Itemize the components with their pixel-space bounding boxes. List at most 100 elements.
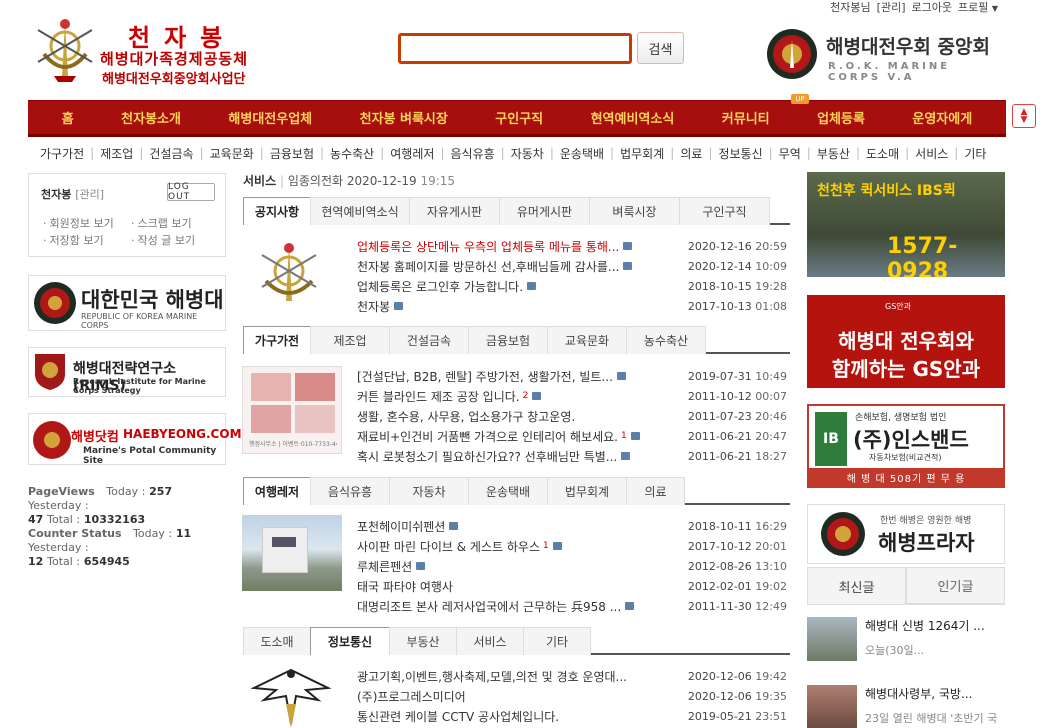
marine-plaza-banner[interactable]: 한번 해병은 영원한 해병 해병프라자 <box>807 504 1005 564</box>
insband-banner[interactable]: IB 손해보험, 생명보험 법인 (주)인스밴드 자동차보험(비교견적) 해 병… <box>807 404 1005 488</box>
nav-contact-admin[interactable]: 운영자에게 <box>912 108 972 127</box>
list-item[interactable]: 대명리조트 본사 레저사업국에서 근무하는 兵958 ... 2011-11-30… <box>357 596 787 616</box>
saved-link[interactable]: 저장함 보기 <box>43 232 104 248</box>
list-item[interactable]: [건설단납, B2B, 렌탈] 주방가전, 생활가전, 빌트... 2019-07… <box>357 366 787 386</box>
list-item[interactable]: 재료비+인건비 거품뺀 가격으로 인테리어 해보세요. 1 2011-06-21 2… <box>357 426 787 446</box>
list-item[interactable]: (주)프로그레스미디어 2020-12-06 19:35 <box>357 686 787 706</box>
file-icon <box>623 242 633 250</box>
tab-flea-market[interactable]: 벼룩시장 <box>589 197 680 225</box>
list-item[interactable]: 사이판 마린 다이브 & 게스트 하우스 1 2017-10-12 20:01 <box>357 536 787 556</box>
tab-humor-board[interactable]: 유머게시판 <box>499 197 590 225</box>
list-item[interactable]: 천자봉 2017-10-13 01:08 <box>357 296 787 316</box>
tab-it[interactable]: 정보통신 <box>310 627 390 655</box>
tab-education[interactable]: 교육문화 <box>547 326 627 354</box>
list-item[interactable]: 천자봉 홈페이지를 방문하신 선,후배님들께 감사를... 2020-12-14 … <box>357 256 787 276</box>
my-posts-link[interactable]: 작성 글 보기 <box>131 232 196 248</box>
tab-retail[interactable]: 도소매 <box>243 627 311 655</box>
gs-eye-clinic-banner[interactable]: GS안과 해병대 전우회와 함께하는 GS안과 <box>807 295 1005 388</box>
recent-post-item[interactable]: 해병대사령부, 국방... 23일 열린 해병대 '초반기 국 <box>807 685 1005 728</box>
list-item[interactable]: 업체등록은 상단메뉴 우측의 업체등록 메뉴를 통해... 2020-12-16 … <box>357 236 787 256</box>
profile-link[interactable]: 프로필 ▼ <box>958 0 998 15</box>
tab-automobile[interactable]: 자동차 <box>389 477 469 505</box>
list-item[interactable]: 포천헤이미쉬펜션 2018-10-11 16:29 <box>357 516 787 536</box>
marine-va-logo[interactable]: 해병대전우회 중앙회 R.O.K. MARINE CORPS V.A <box>766 28 1006 84</box>
tab-real-estate[interactable]: 부동산 <box>389 627 457 655</box>
rok-marine-banner[interactable]: 대한민국 해병대 REPUBLIC OF KOREA MARINE CORPS <box>28 275 226 331</box>
rims-banner[interactable]: 해병대전략연구소(RIMS) Research Institute for Ma… <box>28 347 226 397</box>
tab-etc[interactable]: 기타 <box>523 627 591 655</box>
tab-delivery[interactable]: 운송택배 <box>468 477 548 505</box>
manage-link[interactable]: [관리] <box>75 188 104 201</box>
search-input[interactable] <box>398 33 632 64</box>
subnav-item[interactable]: 정보통신 <box>718 145 762 162</box>
tab-service[interactable]: 서비스 <box>456 627 524 655</box>
tab-medical[interactable]: 의료 <box>626 477 685 505</box>
tab-notice[interactable]: 공지사항 <box>243 197 311 225</box>
subnav-item[interactable]: 무역 <box>779 145 801 162</box>
tab-manufacturing[interactable]: 제조업 <box>310 326 390 354</box>
tab-construction[interactable]: 건설금속 <box>389 326 469 354</box>
subnav-item[interactable]: 농수축산 <box>330 145 374 162</box>
list-item[interactable]: 통신관련 케이블 CCTV 공사업체입니다. 2019-05-21 23:51 <box>357 706 787 726</box>
tab-news[interactable]: 현역예비역소식 <box>310 197 410 225</box>
search-button[interactable]: 검색 <box>637 32 684 64</box>
subnav-item[interactable]: 교육문화 <box>210 145 254 162</box>
subnav-item[interactable]: 부동산 <box>817 145 850 162</box>
file-icon <box>416 562 426 570</box>
haebyeong-com-banner[interactable]: 해병닷컴 HAEBYEONG.COM Marine's Potal Commun… <box>28 413 242 466</box>
banner-bottom: 해 병 대 508기 편 무 용 <box>809 468 1003 486</box>
logout-link[interactable]: 로그아웃 <box>911 0 951 15</box>
subnav-item[interactable]: 자동차 <box>511 145 544 162</box>
subnav-item[interactable]: 운송택배 <box>560 145 604 162</box>
list-item[interactable]: 광고기획,이벤트,행사축제,모델,의전 및 경호 운영대... 2020-12-0… <box>357 666 787 686</box>
subnav-item[interactable]: 가구가전 <box>40 145 84 162</box>
tab-travel[interactable]: 여행레저 <box>243 477 311 505</box>
subnav-item[interactable]: 서비스 <box>915 145 948 162</box>
member-info-link[interactable]: 회원정보 보기 <box>43 215 114 231</box>
subnav-item[interactable]: 금융보험 <box>270 145 314 162</box>
tab-agriculture[interactable]: 농수축산 <box>626 326 706 354</box>
list-item[interactable]: 커튼 블라인드 제조 공장 입니다. 2 2011-10-12 00:07 <box>357 386 787 406</box>
nav-news[interactable]: 현역예비역소식 <box>591 108 675 127</box>
list-item[interactable]: 업체등록은 로그인후 가능합니다. 2018-10-15 19:28 <box>357 276 787 296</box>
list-item[interactable]: 혹시 로봇청소기 필요하신가요?? 선후배님만 특별... 2011-06-21 … <box>357 446 787 466</box>
tab-food[interactable]: 음식유흥 <box>310 477 390 505</box>
nav-home[interactable]: 홈 <box>62 108 74 127</box>
tab-recent[interactable]: 최신글 <box>807 567 906 604</box>
admin-link[interactable]: [관리] <box>877 0 906 15</box>
tab-free-board[interactable]: 자유게시판 <box>409 197 500 225</box>
activity-name[interactable]: 임종의전화 <box>288 174 343 188</box>
scroll-updown-button[interactable]: ▲ ▼ <box>1012 104 1036 128</box>
site-logo[interactable]: 천자봉 해병대가족경제공동체 해병대전우회중앙회사업단 <box>30 12 280 90</box>
subnav-item[interactable]: 법무회계 <box>620 145 664 162</box>
list-item[interactable]: 루체른펜션 2012-08-26 13:10 <box>357 556 787 576</box>
nav-register[interactable]: 업체등록 <box>817 108 865 127</box>
tab-jobs[interactable]: 구인구직 <box>679 197 770 225</box>
nav-jobs[interactable]: 구인구직 <box>495 108 543 127</box>
tab-furniture[interactable]: 가구가전 <box>243 326 311 354</box>
subnav-item[interactable]: 음식유흥 <box>450 145 494 162</box>
username-link[interactable]: 천자봉님 <box>830 0 870 15</box>
tab-finance[interactable]: 금융보험 <box>468 326 548 354</box>
scrap-link[interactable]: 스크랩 보기 <box>131 215 192 231</box>
nav-community[interactable]: 커뮤니티 <box>722 108 770 127</box>
subnav-item[interactable]: 건설금속 <box>149 145 193 162</box>
list-item[interactable]: 생활, 혼수용, 사무용, 업소용가구 창고운영. 2011-07-23 20:4… <box>357 406 787 426</box>
tab-legal[interactable]: 법무회계 <box>547 477 627 505</box>
nav-about[interactable]: 천자봉소개 <box>121 108 181 127</box>
tab-popular[interactable]: 인기글 <box>906 567 1005 604</box>
list-item[interactable]: 태국 파타야 여행사 2012-02-01 19:02 <box>357 576 787 596</box>
subnav-item[interactable]: 제조업 <box>100 145 133 162</box>
logo-subtitle: 해병대가족경제공동체 <box>100 50 249 68</box>
recent-post-item[interactable]: 해병대 신병 1264기 ... 오늘(30일... <box>807 617 1005 667</box>
file-icon <box>623 262 633 270</box>
logout-button[interactable]: LOG OUT <box>167 182 215 202</box>
nav-flea-market[interactable]: 천자봉 벼룩시장 <box>360 108 448 127</box>
nav-businesses[interactable]: 해병대전우업체 <box>228 108 312 127</box>
quick-service-banner[interactable]: 천천후 퀵서비스 IBS퀵 1577-0928 <box>807 172 1005 277</box>
subnav-item[interactable]: 여행레저 <box>390 145 434 162</box>
subnav-item[interactable]: 의료 <box>680 145 702 162</box>
subnav-item[interactable]: 도소매 <box>866 145 899 162</box>
subnav-item[interactable]: 기타 <box>964 145 986 162</box>
activity-category[interactable]: 서비스 <box>243 174 276 188</box>
